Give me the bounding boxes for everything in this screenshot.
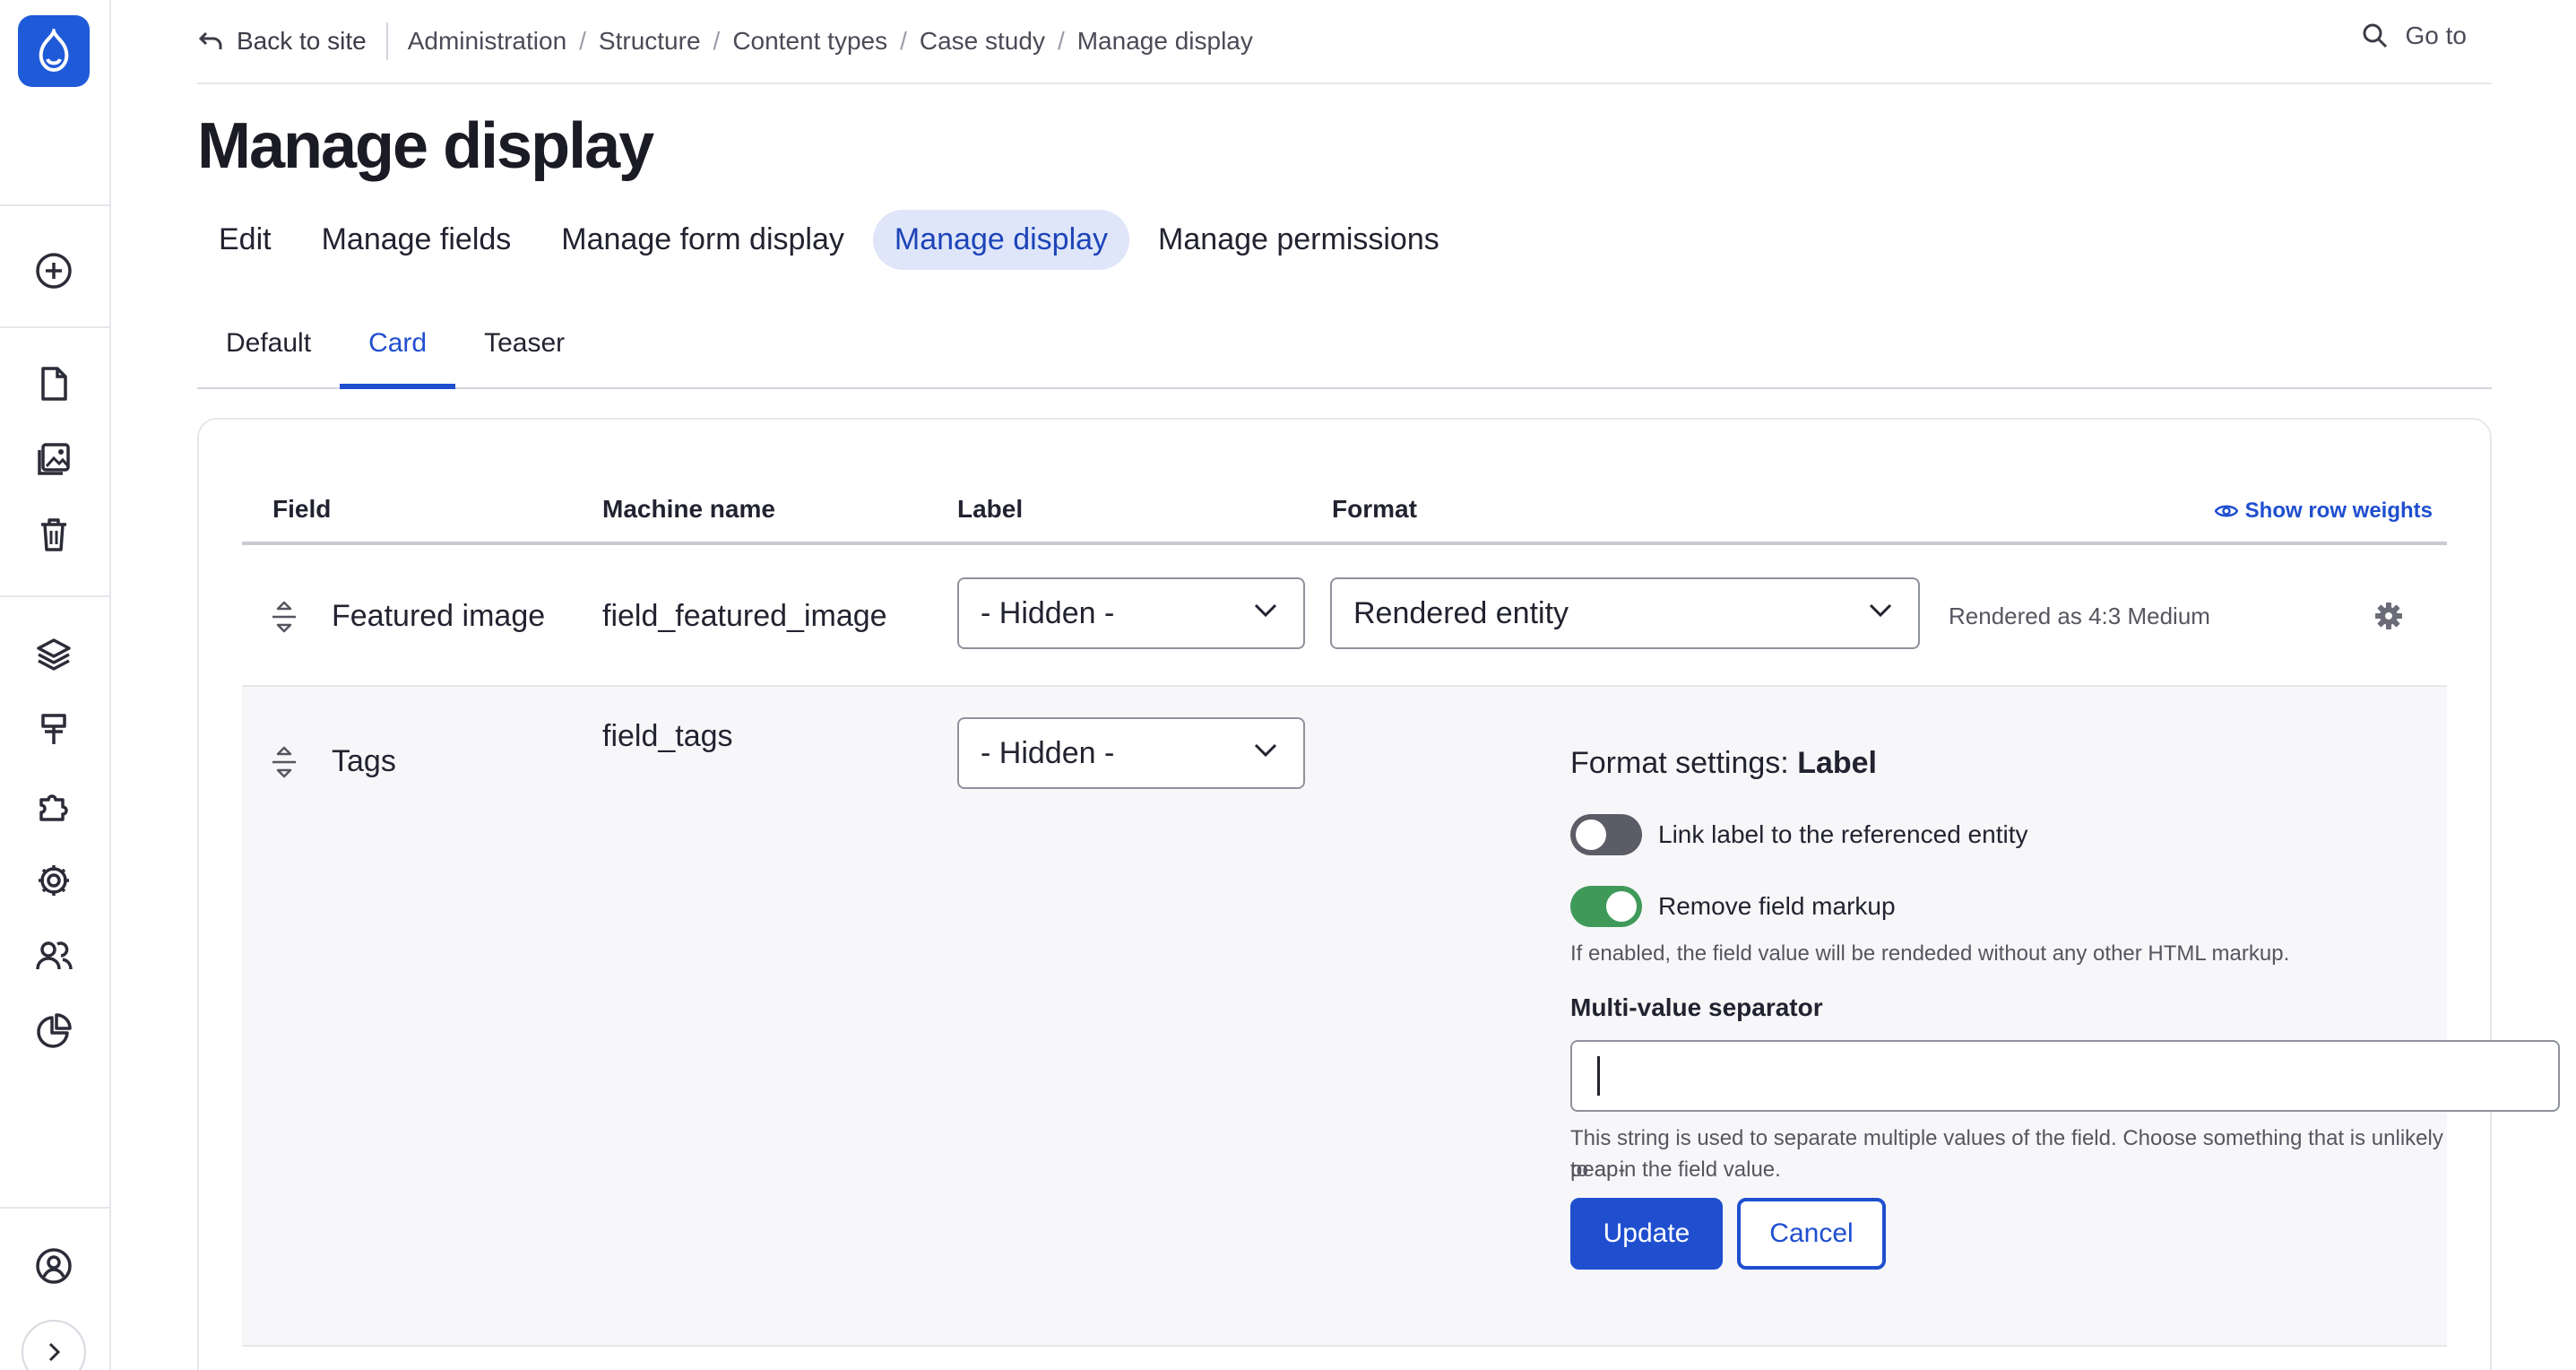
label-select-value: - Hidden - xyxy=(981,735,1115,770)
show-row-weights-label: Show row weights xyxy=(2244,499,2433,523)
gear-icon[interactable] xyxy=(32,859,75,902)
link-label-toggle-row: Link label to the referenced entity xyxy=(1570,814,2027,855)
label-select[interactable]: - Hidden - xyxy=(957,577,1305,649)
tab-manage-fields[interactable]: Manage fields xyxy=(300,210,533,270)
reports-icon[interactable] xyxy=(32,1010,75,1053)
field-name: Tags xyxy=(332,744,396,778)
link-label-toggle[interactable] xyxy=(1570,814,1642,855)
table-row: Featured image field_featured_image - Hi… xyxy=(242,549,2447,687)
toggle-knob xyxy=(1606,891,1637,922)
breadcrumb-structure[interactable]: Structure xyxy=(599,27,701,56)
format-settings-name: Label xyxy=(1797,746,1878,780)
breadcrumb: Administration / Structure / Content typ… xyxy=(388,27,1253,56)
tab-manage-permissions[interactable]: Manage permissions xyxy=(1137,210,1461,270)
settings-gear-icon[interactable] xyxy=(2373,601,2404,631)
tab-edit[interactable]: Edit xyxy=(197,210,293,270)
tab-card[interactable]: Card xyxy=(340,305,456,389)
go-to-button[interactable]: Go to xyxy=(2361,22,2467,50)
admin-toolbar xyxy=(0,0,111,1370)
text-caret xyxy=(1597,1056,1600,1096)
tab-default[interactable]: Default xyxy=(197,305,340,389)
remove-markup-help: If enabled, the field value will be rend… xyxy=(1570,941,2290,966)
paint-icon[interactable] xyxy=(32,708,75,751)
tab-teaser[interactable]: Teaser xyxy=(455,305,593,389)
view-mode-tabs: Default Card Teaser xyxy=(197,305,2492,389)
chevron-down-icon xyxy=(1869,603,1892,618)
drag-handle-icon[interactable] xyxy=(269,599,299,635)
tab-manage-display[interactable]: Manage display xyxy=(872,210,1130,270)
breadcrumb-separator: / xyxy=(900,27,907,55)
layers-icon[interactable] xyxy=(32,633,75,676)
breadcrumb-separator: / xyxy=(713,27,721,55)
breadcrumb-separator: / xyxy=(1057,27,1065,55)
chevron-down-icon xyxy=(1254,743,1277,758)
trash-icon[interactable] xyxy=(32,513,75,556)
separator-input[interactable] xyxy=(1570,1040,2560,1112)
toolbar-divider xyxy=(0,326,111,328)
back-to-site-label: Back to site xyxy=(237,27,367,55)
top-bar: Back to site Administration / Structure … xyxy=(197,0,2492,84)
toolbar-divider xyxy=(0,1207,111,1209)
column-header-field: Field xyxy=(272,495,332,523)
back-arrow-icon xyxy=(198,31,222,49)
toggle-knob xyxy=(1576,819,1606,850)
page-title: Manage display xyxy=(197,110,654,182)
link-label-toggle-label: Link label to the referenced entity xyxy=(1658,820,2028,848)
field-name: Featured image xyxy=(332,599,546,633)
drupal-logo-icon[interactable] xyxy=(18,15,90,87)
search-icon xyxy=(2363,23,2387,48)
format-settings-prefix: Format settings: xyxy=(1570,746,1789,780)
table-row: Tags field_tags - Hidden - Format settin… xyxy=(242,687,2560,1347)
machine-name: field_tags xyxy=(602,719,733,753)
plus-circle-icon[interactable] xyxy=(32,249,75,292)
chevron-down-icon xyxy=(1254,603,1277,618)
breadcrumb-content-types[interactable]: Content types xyxy=(732,27,887,56)
remove-markup-toggle[interactable] xyxy=(1570,886,1642,927)
people-icon[interactable] xyxy=(32,934,75,977)
format-select-value: Rendered entity xyxy=(1353,595,1569,630)
label-select[interactable]: - Hidden - xyxy=(957,717,1305,789)
table-header: Field Machine name Label Format Show row… xyxy=(242,455,2447,545)
cancel-button[interactable]: Cancel xyxy=(1737,1198,1886,1270)
media-icon[interactable] xyxy=(32,438,75,481)
document-icon[interactable] xyxy=(32,362,75,405)
format-summary: Rendered as 4:3 Medium xyxy=(1949,603,2210,629)
extensions-icon[interactable] xyxy=(32,784,75,827)
remove-markup-toggle-label: Remove field markup xyxy=(1658,892,1896,920)
expand-icon[interactable] xyxy=(22,1320,86,1370)
primary-tabs: Edit Manage fields Manage form display M… xyxy=(197,210,1461,270)
update-button[interactable]: Update xyxy=(1570,1198,1723,1270)
breadcrumb-administration[interactable]: Administration xyxy=(408,27,566,56)
breadcrumb-separator: / xyxy=(579,27,586,55)
tab-manage-form-display[interactable]: Manage form display xyxy=(540,210,866,270)
format-select[interactable]: Rendered entity xyxy=(1330,577,1920,649)
toolbar-divider xyxy=(0,204,111,206)
breadcrumb-case-study[interactable]: Case study xyxy=(920,27,1045,56)
eye-icon xyxy=(2214,505,2238,517)
column-header-label: Label xyxy=(957,495,1024,523)
format-settings-title: Format settings: Label xyxy=(1570,746,1877,781)
label-select-value: - Hidden - xyxy=(981,595,1115,630)
go-to-label: Go to xyxy=(2405,22,2467,49)
show-row-weights-link[interactable]: Show row weights xyxy=(2214,499,2433,524)
column-header-machine-name: Machine name xyxy=(602,495,775,523)
display-fields-card: Field Machine name Label Format Show row… xyxy=(197,418,2560,1370)
separator-label: Multi-value separator xyxy=(1570,993,1823,1021)
column-header-format: Format xyxy=(1332,495,1417,523)
separator-help-line-2: pear in the field value. xyxy=(1570,1158,1781,1182)
breadcrumb-manage-display: Manage display xyxy=(1076,27,1253,55)
back-to-site-link[interactable]: Back to site xyxy=(197,22,388,60)
user-icon[interactable] xyxy=(32,1244,75,1288)
remove-markup-toggle-row: Remove field markup xyxy=(1570,886,1896,927)
toolbar-divider xyxy=(0,595,111,597)
machine-name: field_featured_image xyxy=(602,599,887,633)
drag-handle-icon[interactable] xyxy=(269,744,299,780)
